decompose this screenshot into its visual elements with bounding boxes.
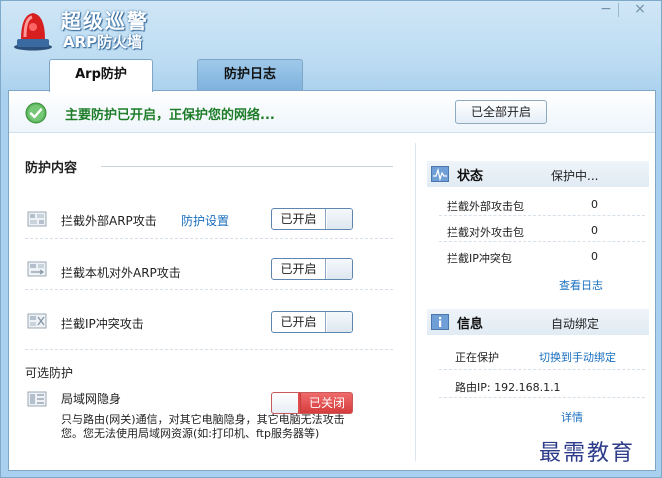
toggle-knob <box>327 312 352 332</box>
toggle-knob <box>327 209 352 229</box>
stat-value-external: 0 <box>591 198 598 211</box>
row-divider <box>25 349 393 350</box>
tab-protection-log[interactable]: 防护日志 <box>197 59 303 90</box>
activity-chart-icon <box>431 166 449 182</box>
optional-section-title: 可选防护 <box>25 366 74 380</box>
protection-settings-link[interactable]: 防护设置 <box>181 212 229 229</box>
toggle-knob <box>327 259 352 279</box>
check-circle-icon <box>25 102 47 124</box>
row-divider <box>439 397 645 398</box>
toggle-label: 已开启 <box>272 312 326 332</box>
info-panel-header: 信息 自动绑定 <box>427 309 649 335</box>
item-label-lan-stealth: 局域网隐身 <box>61 392 122 406</box>
minimize-button[interactable]: − <box>595 1 617 19</box>
app-window: 超级巡警 ARP防火墙 − × Arp防护 防护日志 主要防护已开启，正保护您的… <box>0 0 662 478</box>
row-divider <box>439 369 645 370</box>
router-ip: 路由IP: 192.168.1.1 <box>455 381 561 394</box>
stat-label-ip-conflict: 拦截IP冲突包 <box>447 252 512 265</box>
row-divider <box>439 215 645 216</box>
row-divider <box>439 241 645 242</box>
stat-value-ip-conflict: 0 <box>591 250 598 263</box>
siren-logo-icon <box>14 13 52 51</box>
close-button[interactable]: × <box>629 1 651 19</box>
tab-arp-protection[interactable]: Arp防护 <box>49 59 153 92</box>
status-panel-header: 状态 保护中... <box>427 161 649 187</box>
watermark: 最需教育 <box>539 441 636 466</box>
row-divider <box>25 238 393 239</box>
section-divider <box>101 166 393 167</box>
stat-label-outbound: 拦截对外攻击包 <box>447 226 524 239</box>
row-divider <box>25 289 393 290</box>
protecting-label: 正在保护 <box>455 351 499 364</box>
window-control-divider <box>618 3 619 17</box>
ip-conflict-icon <box>27 313 47 329</box>
lan-stealth-icon <box>27 391 47 407</box>
toggle-label: 已关闭 <box>300 393 352 413</box>
toggle-outbound-arp[interactable]: 已开启 <box>271 258 353 280</box>
app-title: 超级巡警 <box>61 9 149 33</box>
section-title-protection: 防护内容 <box>25 161 78 176</box>
toggle-label: 已开启 <box>272 259 326 279</box>
enable-all-button[interactable]: 已全部开启 <box>455 100 547 124</box>
stat-label-external: 拦截外部攻击包 <box>447 200 524 213</box>
status-message: 主要防护已开启，正保护您的网络... <box>65 108 275 123</box>
toggle-label: 已开启 <box>272 209 326 229</box>
item-label-external-arp: 拦截外部ARP攻击 <box>61 214 157 228</box>
network-out-icon <box>27 261 47 277</box>
toggle-knob <box>272 393 298 413</box>
lan-stealth-description: 只与路由(网关)通信，对其它电脑隐身，其它电脑无法攻击您。您无法使用局域网资源(… <box>61 413 345 440</box>
status-panel-value: 保护中... <box>551 169 599 183</box>
toggle-lan-stealth[interactable]: 已关闭 <box>271 392 353 414</box>
view-log-link[interactable]: 查看日志 <box>559 277 603 293</box>
toggle-external-arp[interactable]: 已开启 <box>271 208 353 230</box>
item-label-outbound-arp: 拦截本机对外ARP攻击 <box>61 266 181 280</box>
info-icon <box>431 314 449 330</box>
main-content: 主要防护已开启，正保护您的网络... 已全部开启 防护内容 拦截外部ARP攻击 … <box>8 90 656 471</box>
shield-grid-icon <box>27 211 47 227</box>
item-label-ip-conflict: 拦截IP冲突攻击 <box>61 317 144 331</box>
status-bar: 主要防护已开启，正保护您的网络... 已全部开启 <box>9 91 655 133</box>
switch-to-manual-link[interactable]: 切换到手动绑定 <box>539 349 616 365</box>
stat-value-outbound: 0 <box>591 224 598 237</box>
app-subtitle: ARP防火墙 <box>63 33 143 51</box>
info-panel-title: 信息 <box>457 317 484 332</box>
panel-divider <box>415 143 416 461</box>
details-link[interactable]: 详情 <box>561 409 583 425</box>
status-panel-title: 状态 <box>457 169 484 184</box>
info-panel-value: 自动绑定 <box>551 317 600 331</box>
toggle-ip-conflict[interactable]: 已开启 <box>271 311 353 333</box>
